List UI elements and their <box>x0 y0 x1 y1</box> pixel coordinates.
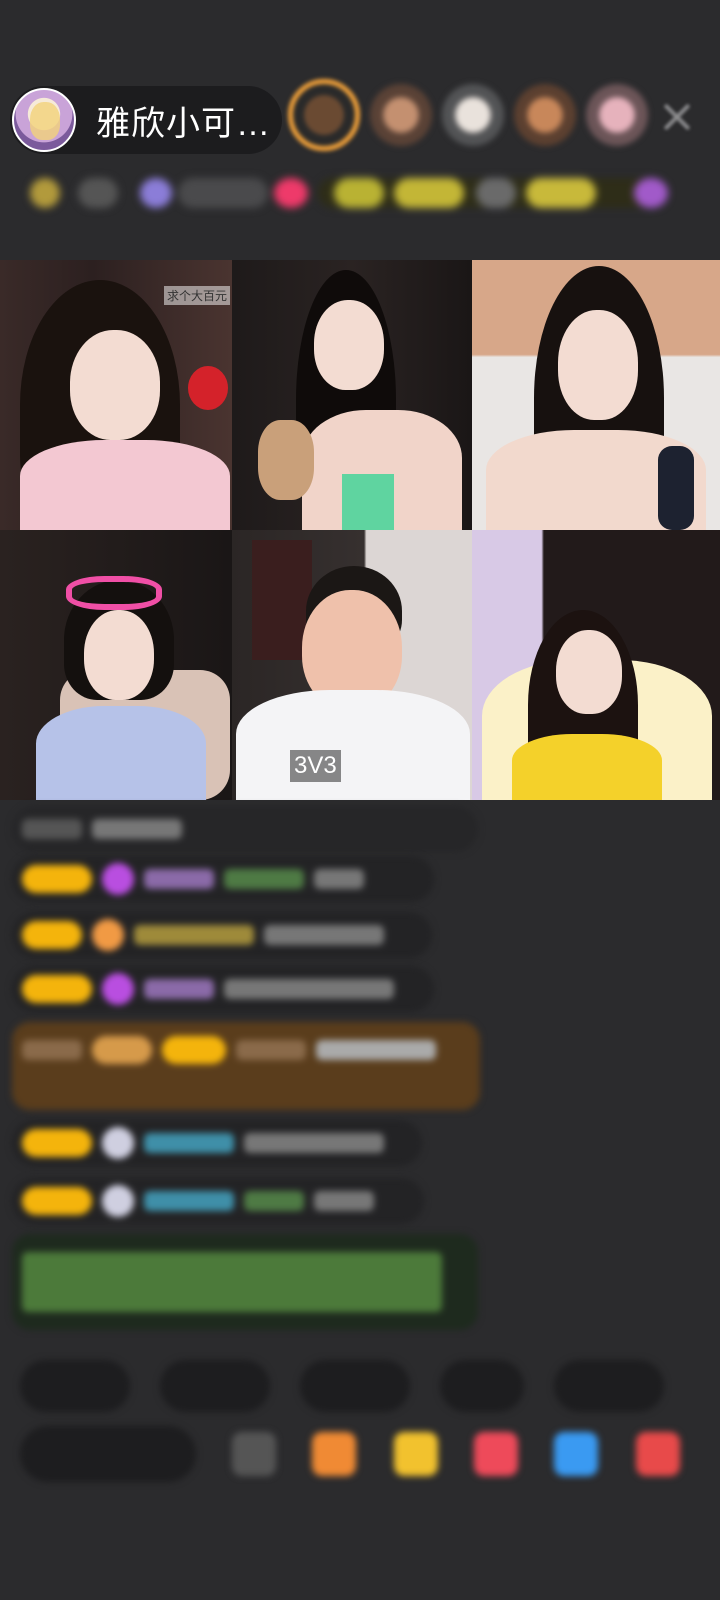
quick-reply-chips <box>20 1360 664 1412</box>
room-info-row[interactable] <box>18 170 688 216</box>
chat-input-button[interactable] <box>20 1426 196 1482</box>
host-name: 雅欣小可… <box>96 104 271 143</box>
viewer-avatar[interactable] <box>514 84 576 146</box>
heart-icon[interactable] <box>474 1432 518 1476</box>
video-cell-5[interactable]: 3V3 <box>232 530 472 800</box>
host-avatar[interactable] <box>12 88 76 152</box>
video-cell-6[interactable] <box>472 530 720 800</box>
viewer-avatar[interactable] <box>288 79 360 151</box>
video-grid: 求个大百元 3V3 <box>0 260 720 800</box>
chat-message <box>12 966 434 1012</box>
chat-message <box>12 1178 424 1224</box>
emoji-icon[interactable] <box>232 1432 276 1476</box>
close-icon[interactable] <box>662 102 692 132</box>
quick-chip[interactable] <box>554 1360 664 1412</box>
chat-message <box>12 912 432 958</box>
share-icon[interactable] <box>554 1432 598 1476</box>
quick-chip[interactable] <box>440 1360 524 1412</box>
video-cell-4[interactable] <box>0 530 232 800</box>
quick-chip[interactable] <box>20 1360 130 1412</box>
chat-message <box>12 1234 478 1330</box>
quick-chip[interactable] <box>160 1360 270 1412</box>
viewer-avatar[interactable] <box>586 84 648 146</box>
host-info-pill[interactable]: 雅欣小可… <box>10 86 282 154</box>
video-cell-1[interactable]: 求个大百元 <box>0 260 232 530</box>
gift-icon[interactable] <box>636 1432 680 1476</box>
viewer-avatar[interactable] <box>442 84 504 146</box>
top-viewers[interactable] <box>288 79 648 151</box>
live-room: 雅欣小可… 求个大百元 3V3 <box>0 0 720 1600</box>
bottom-toolbar <box>20 1424 720 1484</box>
chat-message <box>12 806 478 852</box>
treasure-icon[interactable] <box>394 1432 438 1476</box>
chat-message <box>12 1120 422 1166</box>
battle-mode-badge: 3V3 <box>290 750 341 782</box>
video-cell-3[interactable] <box>472 260 720 530</box>
gift-box-icon[interactable] <box>312 1432 356 1476</box>
chat-message <box>12 856 434 902</box>
quick-chip[interactable] <box>300 1360 410 1412</box>
chat-message <box>12 1022 480 1110</box>
viewer-avatar[interactable] <box>370 84 432 146</box>
video-cell-2[interactable] <box>232 260 472 530</box>
cell-banner-text: 求个大百元 <box>163 286 230 305</box>
